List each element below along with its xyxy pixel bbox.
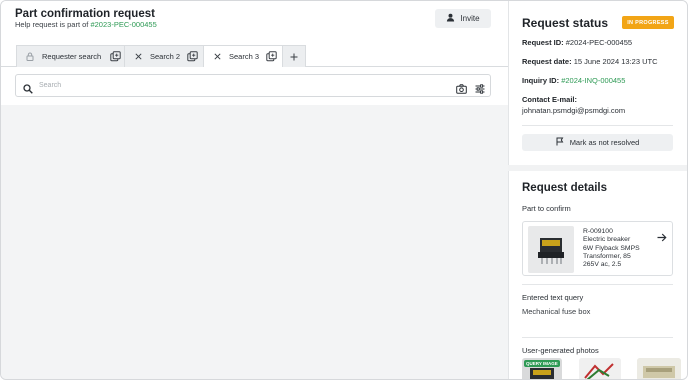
- part-line-1: Electric breaker: [583, 236, 631, 244]
- request-date-value: 15 June 2024 13:23 UTC: [573, 57, 658, 66]
- divider: [522, 284, 673, 285]
- search-input[interactable]: Search: [39, 82, 61, 89]
- duplicate-tab-icon[interactable]: [266, 51, 277, 62]
- divider: [522, 337, 673, 338]
- page-title: Part confirmation request: [15, 8, 155, 20]
- camera-icon[interactable]: [456, 81, 467, 99]
- request-date-label: Request date:: [522, 57, 572, 66]
- tab-search-2[interactable]: Search 2: [124, 45, 204, 67]
- duplicate-tab-icon[interactable]: [187, 51, 198, 62]
- duplicate-tab-icon[interactable]: [110, 51, 121, 62]
- inquiry-id-link[interactable]: #2024-INQ-000455: [561, 76, 625, 85]
- arrow-right-icon[interactable]: [657, 229, 667, 247]
- tab-label: Search 2: [150, 52, 181, 61]
- query-image-badge: QUERY IMAGE: [524, 360, 560, 367]
- user-photo-2[interactable]: [579, 358, 621, 379]
- part-line-4: 265V ac, 2.5: [583, 261, 622, 269]
- request-details-title: Request details: [522, 182, 607, 194]
- user-photo-1[interactable]: QUERY IMAGE: [522, 358, 562, 379]
- request-id-label: Request ID:: [522, 38, 564, 47]
- tab-label: Search 3: [229, 52, 260, 61]
- request-id-row: Request ID: #2024-PEC-000455: [522, 38, 632, 47]
- part-line-3: Transformer, 85: [583, 252, 631, 260]
- inquiry-id-row: Inquiry ID: #2024-INQ-000455: [522, 76, 625, 85]
- entered-text-query-label: Entered text query: [522, 293, 584, 302]
- mark-not-resolved-button[interactable]: Mark as not resolved: [522, 134, 673, 151]
- subtitle-text: Help request is part of: [15, 20, 89, 29]
- contact-email-label-text: Contact E-mail:: [522, 95, 578, 104]
- user-icon: [446, 13, 455, 24]
- close-icon[interactable]: [135, 53, 142, 60]
- part-to-confirm-label: Part to confirm: [522, 204, 571, 213]
- search-bar: Search: [15, 74, 491, 97]
- part-description: R-009100 Electric breaker 6W Flyback SMP…: [583, 228, 653, 269]
- tab-requester-search[interactable]: Requester search: [16, 45, 125, 67]
- user-photos-label: User-generated photos: [522, 346, 599, 355]
- mark-not-resolved-label: Mark as not resolved: [569, 138, 640, 147]
- request-date-row: Request date: 15 June 2024 13:23 UTC: [522, 57, 658, 66]
- user-photo-3[interactable]: [637, 358, 681, 379]
- tab-search-3[interactable]: Search 3: [203, 45, 283, 67]
- add-tab-button[interactable]: [282, 45, 306, 67]
- tab-label: Requester search: [42, 52, 102, 61]
- entered-text-query-value: Mechanical fuse box: [522, 307, 591, 316]
- search-icon: [23, 81, 33, 99]
- invite-button[interactable]: Invite: [435, 9, 491, 28]
- app-window: Part confirmation request Help request i…: [0, 0, 688, 380]
- part-line-2: 6W Flyback SMPS: [583, 244, 640, 252]
- plus-icon: [290, 53, 298, 61]
- filter-sliders-icon[interactable]: [475, 81, 485, 99]
- divider: [522, 125, 673, 126]
- flag-icon: [556, 137, 564, 148]
- request-status-title: Request status: [522, 16, 609, 30]
- request-id-value: #2024-PEC-000455: [565, 38, 633, 47]
- inquiry-id-label: Inquiry ID:: [522, 76, 560, 85]
- part-image: [528, 226, 574, 273]
- part-card[interactable]: R-009100 Electric breaker 6W Flyback SMP…: [522, 221, 673, 276]
- status-badge: IN PROGRESS: [622, 16, 674, 29]
- close-icon[interactable]: [214, 53, 221, 60]
- contact-email-label: Contact E-mail:: [522, 95, 577, 104]
- section-separator: [508, 165, 687, 171]
- invite-label: Invite: [460, 14, 480, 23]
- page-subtitle: Help request is part of #2023-PEC-000455: [15, 20, 157, 29]
- lock-icon: [26, 52, 34, 61]
- contact-email-value: johnatan.psmdgi@psmdgi.com: [522, 106, 626, 115]
- part-id: R-009100: [583, 228, 613, 235]
- parent-request-link[interactable]: #2023-PEC-000455: [90, 20, 156, 29]
